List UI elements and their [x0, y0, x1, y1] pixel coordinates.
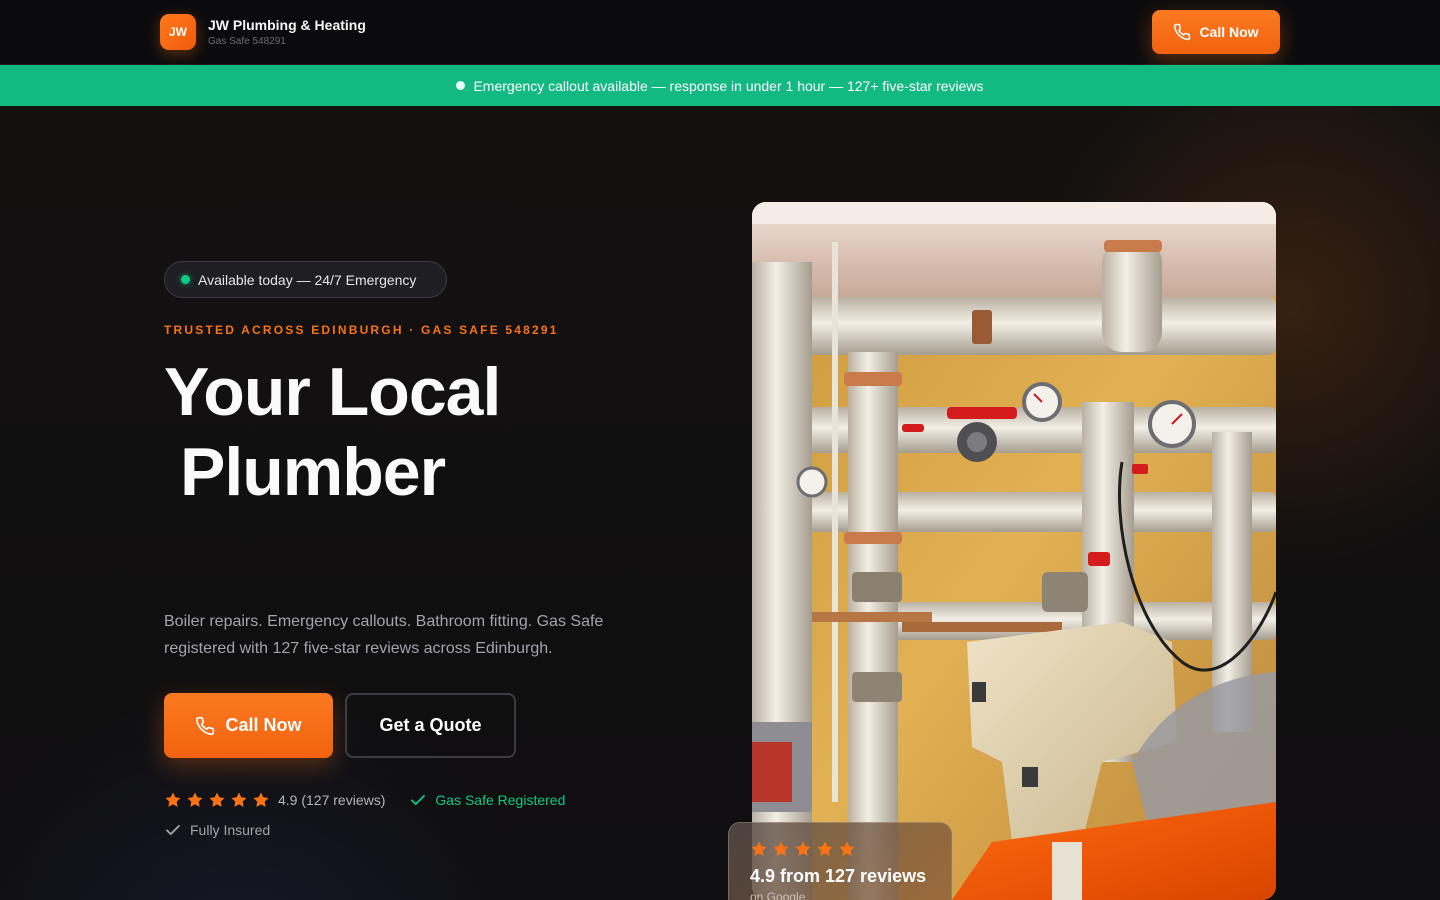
star-icon [253, 792, 269, 807]
brand-name: JW Plumbing & Heating [208, 16, 366, 33]
phone-icon [196, 716, 215, 735]
get-quote-button[interactable]: Get a Quote [345, 693, 516, 758]
star-icon [795, 841, 811, 856]
header-call-label: Call Now [1199, 24, 1259, 40]
plumbing-pipes-illustration [752, 202, 1276, 900]
star-icon [751, 841, 767, 856]
review-stars [750, 840, 931, 858]
site-header: JW JW Plumbing & Heating Gas Safe 548291… [0, 0, 1440, 65]
gas-safe-badge: Gas Safe Registered [409, 791, 565, 809]
brand-logo: JW [160, 14, 196, 50]
emergency-banner: Emergency callout available — response i… [0, 65, 1440, 106]
rating-text: 4.9 (127 reviews) [278, 792, 386, 808]
star-icon [187, 792, 203, 807]
rating-stars [164, 791, 270, 809]
hero-photo [752, 202, 1276, 900]
gas-safe-text: Gas Safe Registered [435, 792, 566, 808]
check-icon [166, 824, 180, 836]
header-call-button[interactable]: Call Now [1152, 10, 1280, 54]
hero-call-label: Call Now [225, 715, 302, 735]
brand[interactable]: JW JW Plumbing & Heating Gas Safe 548291 [160, 14, 366, 50]
status-dot-icon [181, 275, 190, 284]
hero-description: Boiler repairs. Emergency callouts. Bath… [164, 613, 604, 657]
brand-text: JW Plumbing & Heating Gas Safe 548291 [208, 16, 366, 49]
headline-line-2: Plumber [180, 434, 446, 510]
banner-dot-icon [456, 81, 466, 90]
hero-call-button[interactable]: Call Now [164, 693, 333, 758]
availability-text: Available today — 24/7 Emergency [198, 271, 417, 288]
star-icon [839, 841, 855, 856]
headline-line-1: Your Local [164, 354, 501, 430]
hero-eyebrow: TRUSTED ACROSS EDINBURGH · GAS SAFE 5482… [164, 323, 559, 337]
phone-icon [1174, 23, 1191, 41]
rating-row: 4.9 (127 reviews) Gas Safe Registered [164, 789, 565, 811]
review-card: 4.9 from 127 reviews on Google [728, 822, 952, 900]
star-icon [165, 792, 181, 807]
review-title: 4.9 from 127 reviews [750, 866, 927, 886]
insured-badge: Fully Insured [164, 821, 270, 839]
brand-registration: Gas Safe 548291 [208, 35, 286, 47]
star-icon [817, 841, 833, 856]
star-icon [209, 792, 225, 807]
insured-text: Fully Insured [190, 822, 271, 838]
star-icon [231, 792, 247, 807]
banner-text: Emergency callout available — response i… [473, 77, 984, 94]
check-icon [411, 794, 426, 806]
availability-pill: Available today — 24/7 Emergency [164, 261, 447, 298]
hero-headline: Your Local Plumber [164, 352, 501, 512]
review-subtitle: on Google [750, 890, 806, 900]
star-icon [773, 841, 789, 856]
